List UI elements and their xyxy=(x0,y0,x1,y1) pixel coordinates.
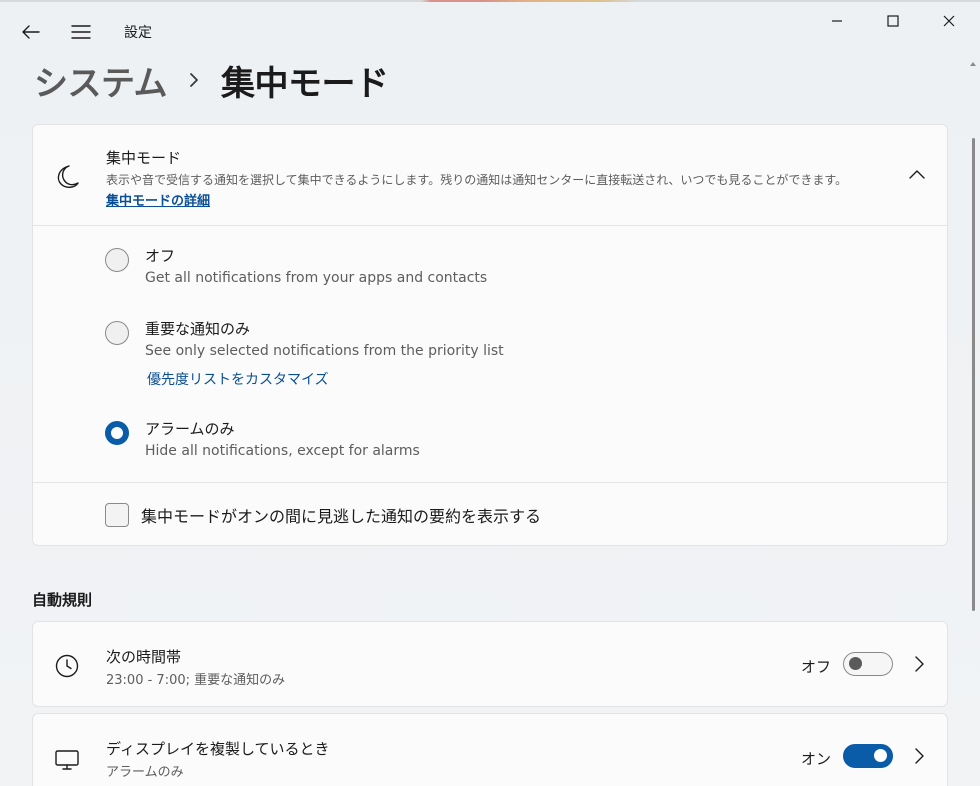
rule-duplicating-toggle[interactable] xyxy=(843,744,893,768)
rule-time-range-toggle[interactable] xyxy=(843,652,893,676)
moon-icon xyxy=(57,165,79,188)
minimize-button[interactable] xyxy=(814,6,860,36)
maximize-icon xyxy=(887,15,899,27)
close-button[interactable] xyxy=(926,6,972,36)
auto-rules-section-title: 自動規則 xyxy=(32,591,93,609)
summary-checkbox-label: 集中モードがオンの間に見逃した通知の要約を表示する xyxy=(141,507,542,526)
scroll-thumb[interactable] xyxy=(972,138,975,611)
breadcrumb-parent[interactable]: システム xyxy=(34,56,167,105)
chevron-up-icon[interactable] xyxy=(905,163,929,187)
title-bar: 設定 xyxy=(0,0,980,60)
focus-mode-card: 集中モード 表示や音で受信する通知を選択して集中できるようにします。残りの通知は… xyxy=(32,124,948,546)
rule-duplicating-state: オン xyxy=(801,750,832,768)
rule-duplicating-display[interactable]: ディスプレイを複製しているとき アラームのみ オン xyxy=(32,713,948,786)
focus-mode-details-link[interactable]: 集中モードの詳細 xyxy=(106,190,210,209)
app-title: 設定 xyxy=(124,25,152,41)
toggle-knob xyxy=(874,749,887,762)
option-off[interactable]: オフ Get all notifications from your apps … xyxy=(33,235,947,295)
option-off-label: オフ xyxy=(145,247,176,265)
focus-mode-header[interactable]: 集中モード 表示や音で受信する通知を選択して集中できるようにします。残りの通知は… xyxy=(33,125,947,226)
option-alarms-label: アラームのみ xyxy=(145,420,235,438)
option-off-description: Get all notifications from your apps and… xyxy=(145,270,488,286)
summary-checkbox[interactable] xyxy=(105,503,129,527)
focus-mode-title: 集中モード xyxy=(106,149,182,167)
close-icon xyxy=(943,15,955,27)
summary-checkbox-row[interactable]: 集中モードがオンの間に見逃した通知の要約を表示する xyxy=(33,482,947,546)
customize-priority-list-link[interactable]: 優先度リストをカスタマイズ xyxy=(147,369,329,389)
settings-window: 設定 システム 集中モード 集中モード 表示や音で受信する通知を選択して集中でき… xyxy=(0,0,980,786)
rule-time-range-title: 次の時間帯 xyxy=(106,648,182,666)
rule-duplicating-title: ディスプレイを複製しているとき xyxy=(106,740,330,758)
option-priority-only[interactable]: 重要な通知のみ See only selected notifications … xyxy=(33,308,947,388)
rule-duplicating-subtitle: アラームのみ xyxy=(106,765,184,780)
clock-icon xyxy=(55,654,79,678)
option-alarms-only[interactable]: アラームのみ Hide all notifications, except fo… xyxy=(33,408,947,468)
breadcrumb-chevron-icon xyxy=(189,72,199,88)
radio-alarms-only[interactable] xyxy=(105,421,129,445)
option-alarms-description: Hide all notifications, except for alarm… xyxy=(145,443,420,459)
option-priority-label: 重要な通知のみ xyxy=(145,320,251,338)
chevron-right-icon[interactable] xyxy=(909,654,929,674)
radio-off[interactable] xyxy=(105,248,129,272)
rule-time-range-state: オフ xyxy=(801,658,832,676)
rule-time-range[interactable]: 次の時間帯 23:00 - 7:00; 重要な通知のみ オフ xyxy=(32,621,948,707)
toggle-knob xyxy=(849,657,862,670)
hamburger-menu-icon[interactable] xyxy=(66,17,96,47)
chevron-right-icon[interactable] xyxy=(909,746,929,766)
minimize-icon xyxy=(832,20,842,22)
monitor-icon xyxy=(55,750,79,770)
breadcrumb: システム 集中モード xyxy=(34,56,389,105)
back-arrow-icon[interactable] xyxy=(16,17,46,47)
scrollbar[interactable] xyxy=(970,60,976,786)
rule-time-range-subtitle: 23:00 - 7:00; 重要な通知のみ xyxy=(106,673,286,688)
scroll-up-icon[interactable] xyxy=(970,60,976,70)
radio-priority-only[interactable] xyxy=(105,321,129,345)
maximize-button[interactable] xyxy=(870,6,916,36)
focus-mode-description: 表示や音で受信する通知を選択して集中できるようにします。残りの通知は通知センター… xyxy=(106,173,848,187)
page-title: 集中モード xyxy=(220,63,389,104)
option-priority-description: See only selected notifications from the… xyxy=(145,343,504,359)
